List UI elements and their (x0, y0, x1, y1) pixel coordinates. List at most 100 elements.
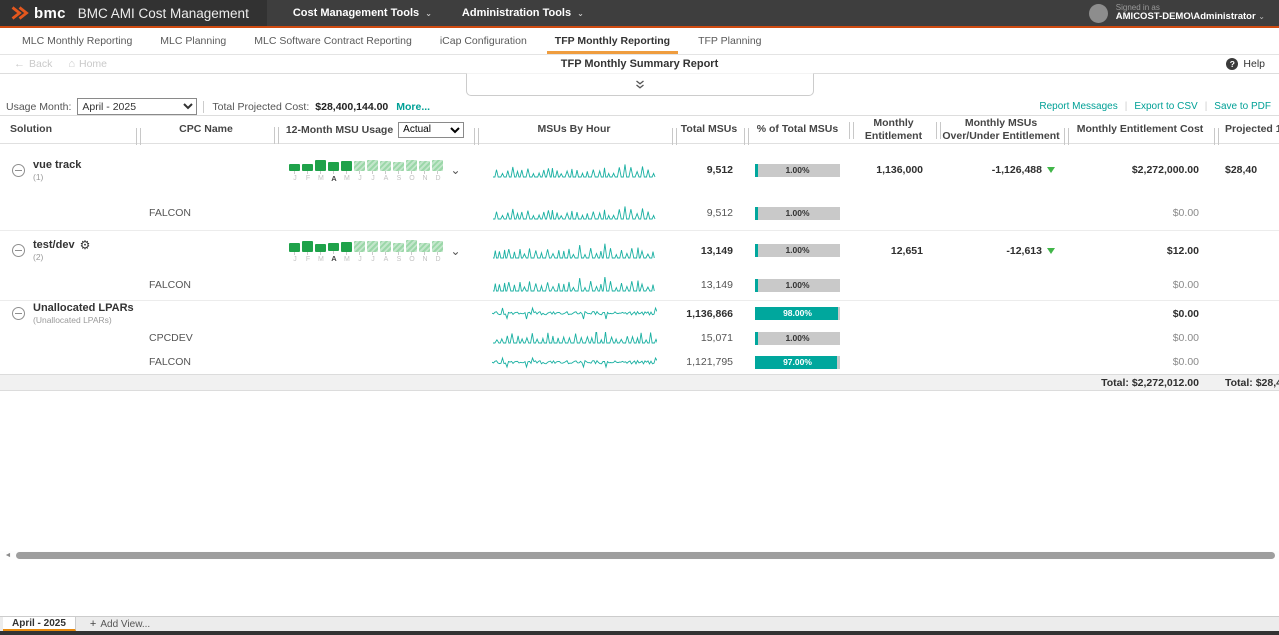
projected-month-bar (419, 161, 430, 171)
column-header-solution: Solution (0, 123, 137, 135)
month-label: M (318, 256, 324, 263)
month-label: N (422, 256, 427, 263)
cpc-row-falcon: FALCON13,1491.00%$0.00 (0, 270, 1279, 300)
cpc-name: CPCDEV (137, 332, 275, 344)
view-tab-april-2025[interactable]: April - 2025 (3, 617, 76, 631)
projected-month-bar (367, 241, 378, 252)
actual-month-bar (302, 164, 313, 171)
link-save-to-pdf[interactable]: Save to PDF (1214, 101, 1271, 112)
solution-count: (1) (33, 172, 81, 182)
menu-cost-management-tools[interactable]: Cost Management Tools ⌄ (293, 7, 432, 19)
link-report-messages[interactable]: Report Messages (1039, 101, 1117, 112)
tab-icap-configuration[interactable]: iCap Configuration (426, 28, 541, 54)
solution-name: vue track (33, 159, 81, 171)
pct-label: 1.00% (755, 244, 840, 257)
total-monthly-entitlement-cost: Total: $2,272,012.00 (1065, 377, 1215, 389)
month-label: J (358, 175, 362, 182)
add-view-button[interactable]: + Add View... (76, 617, 164, 631)
column-header-msus-by-hour: MSUs By Hour (475, 123, 673, 135)
column-header-monthly-msus-over-under-entitlement: Monthly MSUs Over/Under Entitlement (937, 117, 1065, 141)
avatar[interactable] (1089, 4, 1108, 23)
month-tick (359, 171, 360, 174)
month-tick (424, 252, 425, 255)
user-area[interactable]: Signed in as AMICOST-DEMO\Administrator … (1089, 0, 1279, 26)
collapse-row-icon[interactable] (12, 164, 25, 177)
collapse-filters-panel[interactable] (466, 73, 814, 96)
msus-by-hour-sparkline (492, 306, 657, 321)
month-label: F (306, 175, 310, 182)
help-question-icon: ? (1226, 58, 1238, 70)
month-label: A (331, 175, 336, 183)
plus-icon: + (90, 618, 96, 630)
triangle-down-icon (1047, 248, 1055, 254)
projected-month-bar (380, 161, 391, 171)
monthly-entitlement-value: 1,136,000 (850, 164, 937, 176)
column-header-total-msus: Total MSUs (673, 123, 745, 135)
tab-tfp-monthly-reporting[interactable]: TFP Monthly Reporting (541, 28, 684, 54)
brand-block: bmc BMC AMI Cost Management (0, 0, 267, 26)
cpc-row-falcon: FALCON9,5121.00%$0.00 (0, 196, 1279, 230)
month-tick (424, 171, 425, 174)
month-label: J (293, 256, 297, 263)
actual-month-bar (315, 160, 326, 171)
column-header-monthly-entitlement-cost: Monthly Entitlement Cost (1065, 123, 1215, 135)
report-table: SolutionCPC Name12-Month MSU UsageActual… (0, 116, 1279, 391)
projected-cost-value: $28,40 (1215, 164, 1279, 176)
help-button[interactable]: ? Help (1226, 58, 1265, 70)
projected-month-bar (432, 160, 443, 171)
msus-by-hour-sparkline (492, 242, 657, 260)
app-header: bmc BMC AMI Cost Management Cost Managem… (0, 0, 1279, 28)
tab-mlc-software-contract-reporting[interactable]: MLC Software Contract Reporting (240, 28, 426, 54)
settings-gear-icon[interactable]: ⚙ (80, 239, 91, 251)
solution-name: test/dev⚙ (33, 239, 90, 251)
pct-of-total-bar: 97.00% (755, 356, 840, 369)
tab-tfp-planning[interactable]: TFP Planning (684, 28, 775, 54)
pct-label: 1.00% (755, 207, 840, 220)
projected-month-bar (406, 240, 417, 252)
solution-count: (2) (33, 252, 90, 262)
user-name[interactable]: AMICOST-DEMO\Administrator ⌄ (1116, 12, 1265, 23)
msus-by-hour-sparkline (492, 356, 657, 369)
bmc-logo-icon (10, 5, 30, 21)
tab-mlc-monthly-reporting[interactable]: MLC Monthly Reporting (8, 28, 146, 54)
expand-chart-icon[interactable]: ⌄ (450, 245, 460, 257)
chevron-down-icon: ⌄ (577, 9, 584, 18)
month-label: M (344, 175, 350, 182)
expand-chart-icon[interactable]: ⌄ (450, 164, 460, 176)
projected-month-bar (367, 160, 378, 171)
app-title: BMC AMI Cost Management (78, 6, 249, 21)
menu-administration-tools[interactable]: Administration Tools ⌄ (462, 7, 584, 19)
monthly-entitlement-cost-value: $2,272,000.00 (1065, 164, 1215, 176)
pct-label: 97.00% (755, 356, 840, 369)
month-label: N (422, 175, 427, 182)
collapse-row-icon[interactable] (12, 307, 25, 320)
column-header-label: 12-Month MSU Usage (286, 123, 393, 135)
usage-month-controls: Usage Month: April - 2025 Total Projecte… (6, 98, 430, 115)
monthly-entitlement-cost-value: $12.00 (1065, 245, 1215, 257)
msus-by-hour-sparkline (492, 205, 657, 221)
user-text: Signed in as AMICOST-DEMO\Administrator … (1116, 3, 1265, 23)
month-tick (437, 171, 438, 174)
month-tick (320, 171, 321, 174)
pct-label: 98.00% (755, 307, 840, 320)
scroll-left-button[interactable]: ◄ (0, 551, 16, 560)
actual-month-bar (341, 161, 352, 171)
table-body: vue track(1)JFMAMJJASOND⌄9,5121.00%1,136… (0, 144, 1279, 374)
more-link[interactable]: More... (396, 101, 430, 113)
usage-month-select[interactable]: April - 2025 (77, 98, 197, 115)
monthly-entitlement-cost-value: $0.00 (1065, 207, 1215, 219)
pct-of-total-bar: 1.00% (755, 279, 840, 292)
month-tick (437, 252, 438, 255)
usage-mode-select[interactable]: Actual (398, 122, 464, 138)
scrollbar-thumb[interactable] (16, 552, 1275, 559)
projected-month-bar (380, 241, 391, 252)
link-separator: | (1205, 101, 1208, 112)
month-tick (372, 252, 373, 255)
tab-mlc-planning[interactable]: MLC Planning (146, 28, 240, 54)
solution-row-unallocated-lpars: Unallocated LPARs(Unallocated LPARs)1,13… (0, 300, 1279, 326)
projected-month-bar (419, 243, 430, 252)
collapse-row-icon[interactable] (12, 244, 25, 257)
month-label: D (435, 256, 440, 263)
link-export-to-csv[interactable]: Export to CSV (1134, 101, 1197, 112)
month-tick (398, 252, 399, 255)
